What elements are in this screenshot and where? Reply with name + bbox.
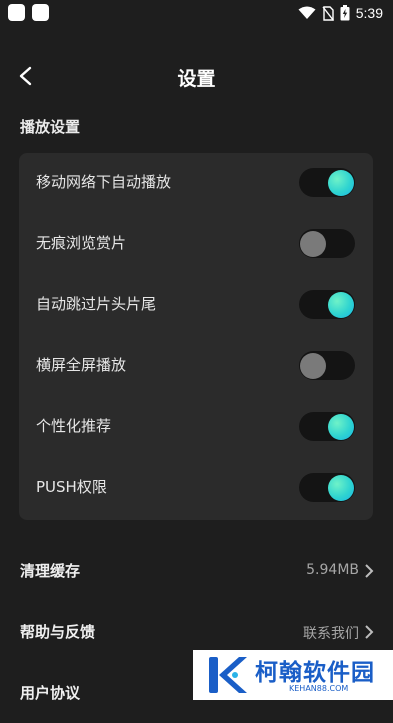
list-item-label: 清理缓存 (20, 562, 81, 580)
toggle-switch[interactable] (299, 290, 355, 319)
watermark-title: 柯翰软件园 (255, 660, 375, 686)
status-bar: 5:39 (0, 0, 393, 28)
toggle-knob (300, 230, 326, 257)
setting-row[interactable]: 无痕浏览赏片 (19, 214, 373, 275)
toggle-switch[interactable] (299, 412, 355, 441)
chevron-right-icon (365, 625, 374, 639)
section-title-playback: 播放设置 (20, 118, 81, 136)
setting-label: 无痕浏览赏片 (36, 234, 127, 252)
toggle-switch[interactable] (299, 473, 355, 502)
cache-size-value: 5.94MB (306, 562, 359, 578)
toggle-knob (328, 474, 354, 501)
setting-row[interactable]: 横屏全屏播放 (19, 336, 373, 397)
toggle-switch[interactable] (299, 168, 355, 197)
app-square-icon (32, 4, 49, 21)
chevron-right-icon (365, 564, 374, 578)
toggle-knob (328, 413, 354, 440)
contact-us-value: 联系我们 (303, 626, 359, 642)
toggle-switch[interactable] (299, 351, 355, 380)
list-item-clear-cache[interactable]: 清理缓存 5.94MB (0, 541, 393, 601)
list-item-label: 帮助与反馈 (20, 623, 96, 641)
setting-row[interactable]: 移动网络下自动播放 (19, 153, 373, 214)
toggle-knob (300, 352, 326, 379)
watermark: 柯翰软件园 KEHAN88.COM (193, 650, 393, 700)
setting-label: PUSH权限 (36, 478, 107, 496)
battery-charging-icon (340, 5, 350, 21)
wifi-icon (298, 6, 316, 19)
header: 设置 (0, 52, 393, 100)
clock-time: 5:39 (355, 5, 383, 21)
setting-label: 个性化推荐 (36, 417, 112, 435)
setting-label: 自动跳过片头片尾 (36, 295, 157, 313)
setting-row[interactable]: 自动跳过片头片尾 (19, 275, 373, 336)
setting-label: 移动网络下自动播放 (36, 173, 172, 191)
page-title: 设置 (177, 68, 216, 90)
playback-settings-card: 移动网络下自动播放 无痕浏览赏片 自动跳过片头片尾 横屏全屏播放 个性化推荐 P… (19, 153, 373, 520)
toggle-switch[interactable] (299, 229, 355, 258)
setting-label: 横屏全屏播放 (36, 356, 127, 374)
no-sim-icon (322, 5, 334, 21)
kehan-logo-icon (209, 657, 247, 693)
toggle-knob (328, 169, 354, 196)
setting-row[interactable]: 个性化推荐 (19, 397, 373, 458)
setting-row[interactable]: PUSH权限 (19, 458, 373, 519)
watermark-subtitle: KEHAN88.COM (289, 684, 349, 693)
status-icons: 5:39 (298, 3, 383, 23)
toggle-knob (328, 291, 354, 318)
app-square-icon (8, 4, 25, 21)
